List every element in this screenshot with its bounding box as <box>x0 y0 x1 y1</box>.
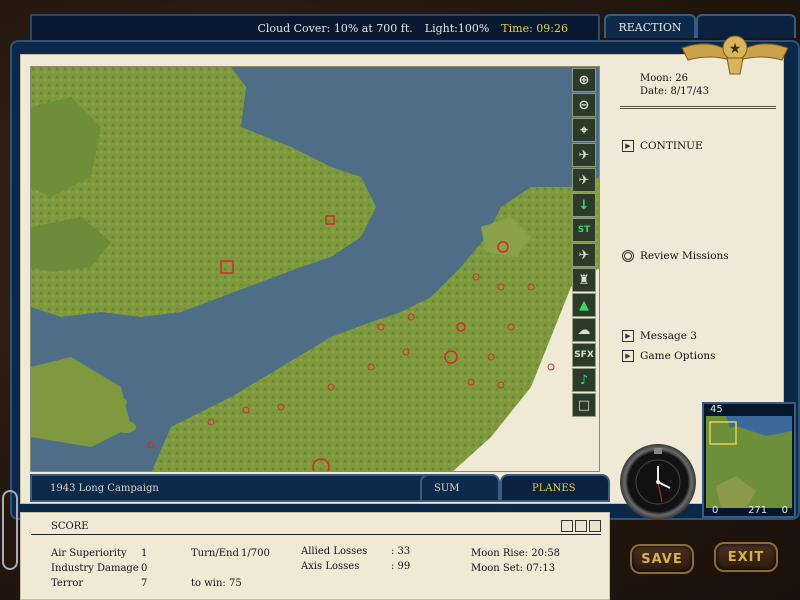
fighter-icon[interactable]: ✈ <box>572 143 596 167</box>
review-missions-label: Review Missions <box>640 250 729 262</box>
window-buttons <box>561 520 601 532</box>
campaign-map[interactable] <box>30 66 600 472</box>
zoom-in-icon[interactable]: ⊕ <box>572 68 596 92</box>
play-icon: ▶ <box>622 350 634 362</box>
moon-rise: Moon Rise: 20:58 <box>471 548 561 559</box>
moon-value: Moon: 26 <box>640 73 688 84</box>
light-level: Light:100% <box>424 21 490 35</box>
turn-end-value: 1/700 <box>241 548 270 559</box>
score-title: SCORE <box>51 521 89 532</box>
axis-losses-value: : 99 <box>391 561 411 572</box>
minimap-image[interactable] <box>706 416 792 508</box>
panel-divider <box>620 106 776 109</box>
to-win-label: to win: <box>191 578 226 589</box>
ground-icon[interactable]: ▲ <box>572 293 596 317</box>
air-superiority-value: 1 <box>141 548 148 559</box>
industry-damage-value: 0 <box>141 563 148 574</box>
score-header: SCORE <box>31 519 601 535</box>
paperclip-icon <box>2 490 18 570</box>
terror-value: 7 <box>141 578 148 589</box>
air-superiority-label: Air Superiority <box>51 548 127 559</box>
maximize-icon[interactable] <box>589 520 601 532</box>
campaign-name-bar: 1943 Long Campaign <box>30 474 450 502</box>
to-win-value: 75 <box>229 578 242 589</box>
tab-planes[interactable]: PLANES <box>500 474 610 502</box>
radio-icon <box>622 250 634 262</box>
allied-losses-value: : 33 <box>391 546 411 557</box>
zoom-out-icon[interactable]: ⊖ <box>572 93 596 117</box>
campaign-name: 1943 Long Campaign <box>50 482 159 494</box>
review-missions-button[interactable]: Review Missions <box>622 250 729 262</box>
minimap-top-value: 45 <box>710 404 723 415</box>
date-value: Date: 8/17/43 <box>640 86 710 97</box>
st-button[interactable]: ST <box>572 218 596 242</box>
game-time: Time: 09:26 <box>501 21 568 35</box>
minimap-bottom-right: 0 <box>781 505 788 516</box>
moon-date-info: Moon: 26 Date: 8/17/43 <box>640 72 709 98</box>
sfx-button[interactable]: SFX <box>572 343 596 367</box>
minimize-icon[interactable] <box>561 520 573 532</box>
score-panel: SCORE Air Superiority 1 Industry Damage … <box>20 512 610 600</box>
save-button[interactable]: SAVE <box>630 544 694 574</box>
restore-icon[interactable] <box>575 520 587 532</box>
music-icon[interactable]: ♪ <box>572 368 596 392</box>
square-icon[interactable]: □ <box>572 393 596 417</box>
exit-button[interactable]: EXIT <box>714 542 778 572</box>
pin-icon[interactable]: ↓ <box>572 193 596 217</box>
allied-losses-label: Allied Losses <box>301 546 368 557</box>
message-label: Message 3 <box>640 330 697 342</box>
continue-button[interactable]: ▶ CONTINUE <box>622 140 703 152</box>
map-toolbar: ⊕ ⊖ ⌖ ✈ ✈ ↓ ST ✈ ♜ ▲ ☁ SFX ♪ □ <box>572 68 598 417</box>
clock-face <box>635 448 681 505</box>
tab-planes-label: PLANES <box>532 482 576 494</box>
game-options-button[interactable]: ▶ Game Options <box>622 350 716 362</box>
cloud-cover: Cloud Cover: 10% at 700 ft. <box>257 21 413 35</box>
message-button[interactable]: ▶ Message 3 <box>622 330 697 342</box>
bomber-icon[interactable]: ✈ <box>572 243 596 267</box>
play-icon: ▶ <box>622 330 634 342</box>
continue-label: CONTINUE <box>640 140 703 152</box>
play-icon: ▶ <box>622 140 634 152</box>
turn-end-label: Turn/End <box>191 548 239 559</box>
axis-losses-label: Axis Losses <box>301 561 360 572</box>
tab-summary[interactable]: SUM <box>420 474 500 502</box>
allied-plane-icon[interactable]: ✈ <box>572 168 596 192</box>
minimap[interactable]: 45 0 271 0 <box>702 402 796 518</box>
weather-icon[interactable]: ☁ <box>572 318 596 342</box>
svg-text:★: ★ <box>729 41 742 57</box>
game-options-label: Game Options <box>640 350 716 362</box>
moon-set: Moon Set: 07:13 <box>471 563 556 574</box>
flak-icon[interactable]: ♜ <box>572 268 596 292</box>
minimap-bottom-mid: 271 <box>748 505 768 516</box>
terror-label: Terror <box>51 578 84 589</box>
map-terrain <box>31 67 599 471</box>
clock-icon <box>620 444 696 520</box>
status-bar: Cloud Cover: 10% at 700 ft. Light:100% T… <box>30 14 600 42</box>
industry-damage-label: Industry Damage <box>51 563 139 574</box>
tab-summary-label: SUM <box>434 482 460 494</box>
minimap-bottom-left: 0 <box>712 505 719 516</box>
target-icon[interactable]: ⌖ <box>572 118 596 142</box>
